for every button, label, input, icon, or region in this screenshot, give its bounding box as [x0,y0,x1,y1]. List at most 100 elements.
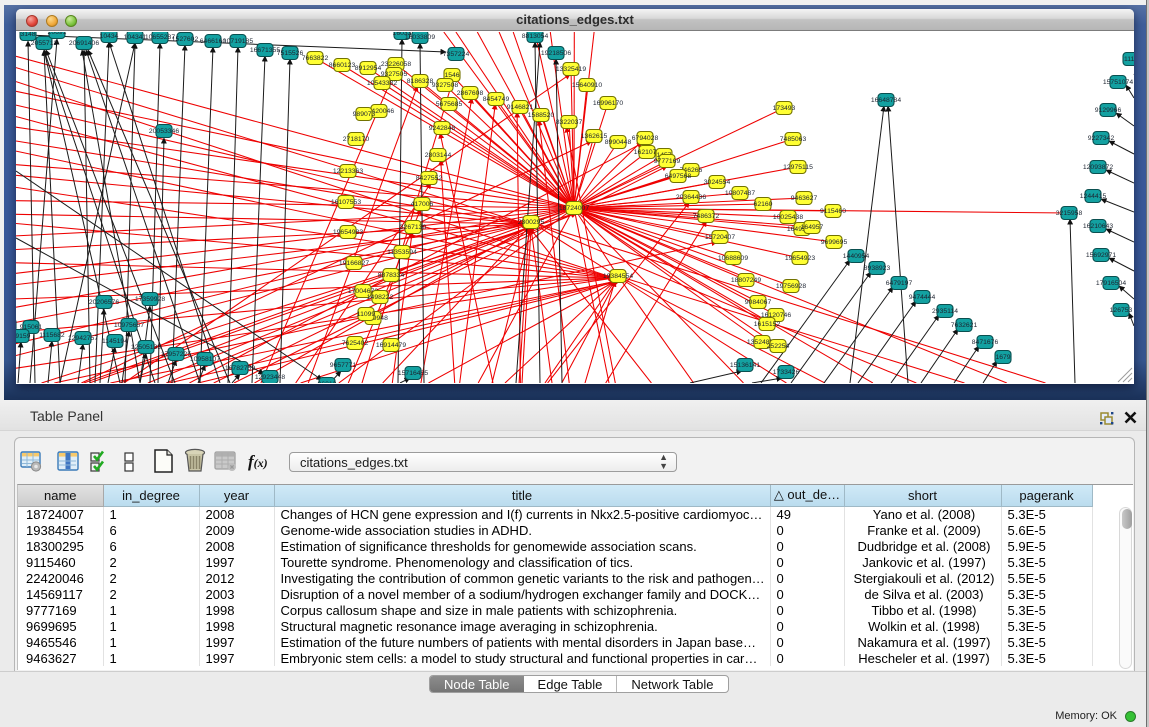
svg-text:8471676: 8471676 [972,339,999,346]
svg-text:9242848: 9242848 [429,125,456,132]
svg-text:8454749: 8454749 [483,96,510,103]
svg-text:15692971: 15692971 [1086,252,1116,259]
svg-text:8912954: 8912954 [355,65,382,72]
svg-text:6794028: 6794028 [632,135,659,142]
svg-text:1733426: 1733426 [773,369,800,376]
svg-text:8990448: 8990448 [605,139,632,146]
svg-text:16033809: 16033809 [405,34,435,41]
svg-text:104341: 104341 [124,34,147,41]
svg-text:6479197: 6479197 [886,280,913,287]
svg-text:9327508: 9327508 [432,82,459,89]
svg-text:16782759: 16782759 [225,365,255,372]
svg-text:2803144: 2803144 [425,152,452,159]
svg-text:19756928: 19756928 [776,283,806,290]
svg-text:252254: 252254 [767,343,790,350]
svg-text:8660123: 8660123 [329,62,356,69]
svg-text:9699695: 9699695 [821,239,848,246]
svg-text:9463627: 9463627 [791,195,818,202]
svg-text:16107553: 16107553 [331,199,361,206]
svg-text:19166827: 19166827 [339,260,369,267]
svg-text:1145194: 1145194 [102,338,128,345]
svg-text:18807249: 18807249 [731,277,761,284]
svg-text:7663822: 7663822 [302,55,329,62]
svg-text:16671355: 16671355 [250,47,280,54]
svg-text:2300295: 2300295 [518,219,545,226]
svg-text:16996170: 16996170 [593,100,623,107]
svg-text:13325419: 13325419 [556,66,586,73]
svg-text:9657771: 9657771 [330,362,357,369]
svg-text:3024554: 3024554 [704,179,731,186]
svg-text:8878334: 8878334 [378,272,405,279]
svg-text:9115460: 9115460 [820,208,846,215]
svg-text:8813054: 8813054 [522,33,549,40]
svg-text:1117: 1117 [1124,56,1134,63]
svg-text:9146821: 9146821 [507,104,534,111]
svg-text:9777169: 9777169 [654,158,681,165]
svg-text:15716485: 15716485 [398,370,428,377]
svg-text:989073: 989073 [353,111,376,118]
svg-text:39159: 39159 [16,333,31,340]
svg-text:164957: 164957 [801,224,824,231]
svg-text:19654923: 19654923 [785,255,815,262]
svg-text:1440954: 1440954 [843,253,870,260]
svg-text:10655287: 10655287 [145,34,175,41]
svg-text:3267130: 3267130 [400,224,427,231]
svg-text:16210643: 16210643 [1083,223,1113,230]
svg-text:10975657: 10975657 [114,322,144,329]
svg-text:1615152: 1615152 [754,321,781,328]
svg-text:10543382: 10543382 [367,80,397,87]
svg-text:2867608: 2867608 [457,90,484,97]
svg-text:1527602: 1527602 [172,36,199,43]
svg-text:417006: 417006 [411,201,434,208]
svg-text:9227342: 9227342 [1088,135,1115,142]
svg-text:8186328: 8186328 [407,78,434,85]
svg-text:5675685: 5675685 [436,101,463,108]
svg-text:6497568: 6497568 [665,173,692,180]
svg-text:16914479: 16914479 [376,342,406,349]
svg-text:12975115: 12975115 [783,164,813,171]
svg-text:12093872: 12093872 [1083,164,1113,171]
svg-text:18724007: 18724007 [559,205,589,212]
svg-text:2718170: 2718170 [343,136,370,143]
svg-text:10719185: 10719185 [223,38,253,45]
svg-text:10958107: 10958107 [190,356,220,363]
svg-text:7357224: 7357224 [443,51,470,58]
svg-text:8427552: 8427552 [416,175,443,182]
svg-text:10807487: 10807487 [725,190,755,197]
svg-text:20053346: 20053346 [149,128,179,135]
svg-text:3215958: 3215958 [1056,210,1083,217]
svg-text:3148: 3148 [20,32,35,38]
svg-text:1498222: 1498222 [367,294,394,301]
svg-text:7625402: 7625402 [342,340,369,347]
svg-text:16648784: 16648784 [871,97,901,104]
svg-text:19218506: 19218506 [541,50,571,57]
svg-text:9474444: 9474444 [909,294,936,301]
svg-text:15720407: 15720407 [705,234,735,241]
svg-text:15136141: 15136141 [730,362,760,369]
svg-text:126753: 126753 [1110,307,1133,314]
svg-text:12942757: 12942757 [68,335,98,342]
svg-text:1588520: 1588520 [528,112,555,119]
svg-text:9129966: 9129966 [1095,107,1122,114]
svg-text:7485063: 7485063 [780,136,807,143]
svg-text:10025438: 10025438 [773,214,803,221]
svg-text:7515526: 7515526 [277,50,304,57]
svg-text:1244415: 1244415 [1080,193,1107,200]
svg-text:11099: 11099 [357,311,376,318]
svg-text:8322037: 8322037 [556,119,583,126]
svg-text:62160: 62160 [754,201,773,208]
svg-text:20691: 20691 [48,32,67,36]
svg-text:1362615: 1362615 [581,133,608,140]
svg-text:10434: 10434 [100,33,119,40]
svg-text:8938923: 8938923 [864,265,891,272]
svg-text:20691406: 20691406 [69,40,99,47]
svg-text:17957225: 17957225 [161,351,191,358]
svg-text:12923448: 12923448 [255,374,285,381]
svg-text:19384554: 19384554 [603,273,633,280]
svg-text:17359928: 17359928 [135,296,165,303]
svg-text:20364436: 20364436 [676,194,706,201]
svg-text:9084067: 9084067 [745,299,772,306]
svg-text:7486372: 7486372 [693,213,720,220]
svg-text:15640910: 15640910 [572,82,602,89]
svg-text:2055712: 2055712 [31,40,58,47]
